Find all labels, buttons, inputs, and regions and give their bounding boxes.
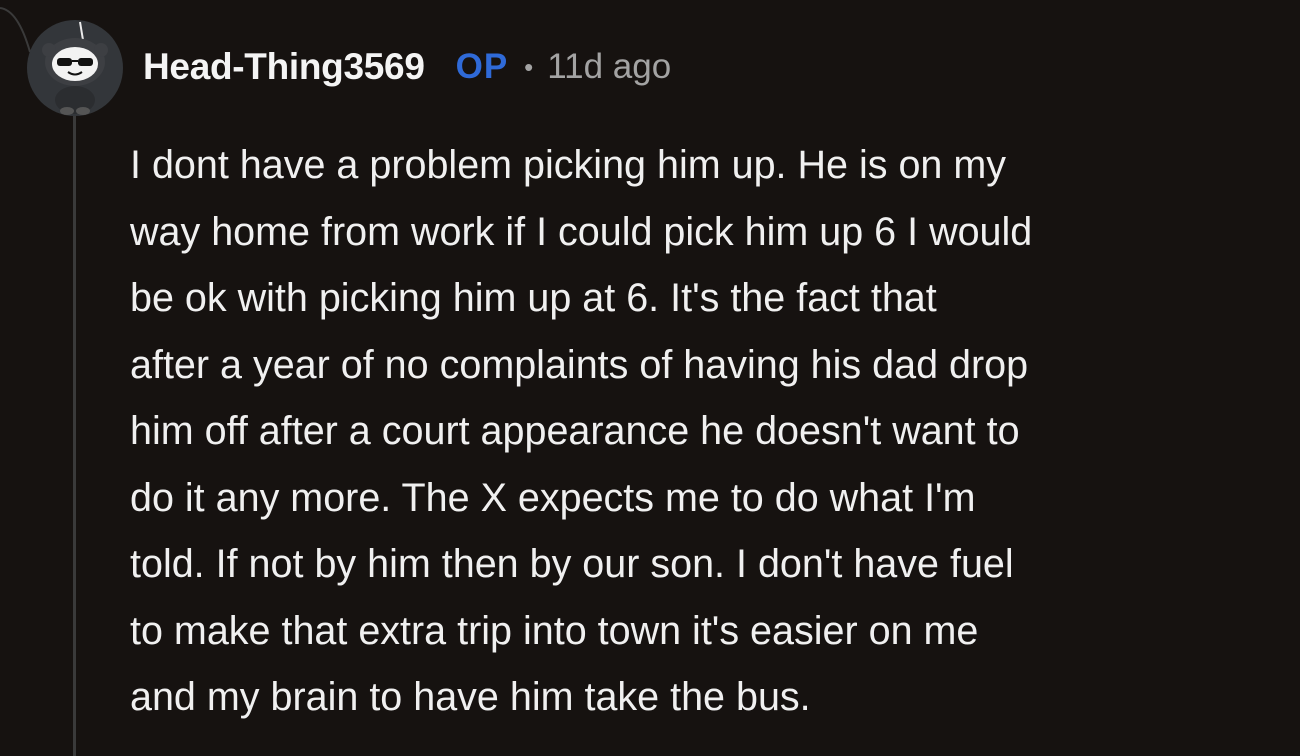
comment-body: I dont have a problem picking him up. He… xyxy=(130,143,1033,719)
comment-timestamp[interactable]: 11d ago xyxy=(547,47,671,87)
op-badge: OP xyxy=(455,47,509,86)
thread-line[interactable] xyxy=(73,112,76,756)
user-avatar-icon[interactable] xyxy=(25,20,125,116)
meta-separator: • xyxy=(524,51,534,82)
author-username[interactable]: Head-Thing3569 xyxy=(143,46,425,88)
comment-header: Head-Thing3569 OP • 11d ago xyxy=(143,42,671,92)
